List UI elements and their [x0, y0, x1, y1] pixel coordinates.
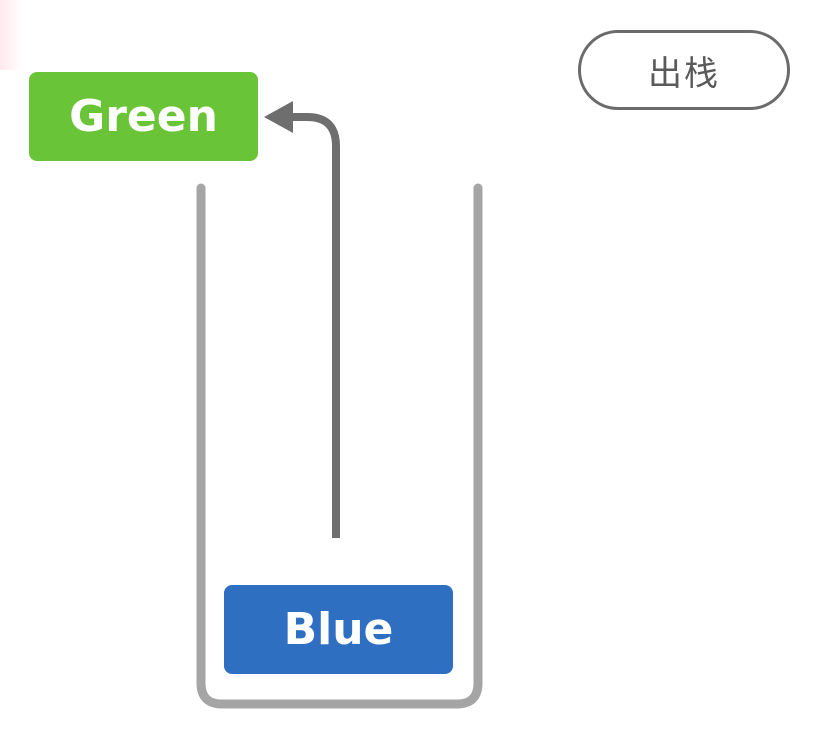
arrow-up-then-left-icon	[264, 101, 340, 538]
popped-item-green: Green	[29, 72, 258, 161]
pop-arrow-line	[290, 113, 340, 538]
pop-operation-button[interactable]: 出栈	[578, 30, 790, 110]
stack-item-blue: Blue	[224, 585, 453, 674]
pop-arrow-head	[264, 101, 293, 133]
